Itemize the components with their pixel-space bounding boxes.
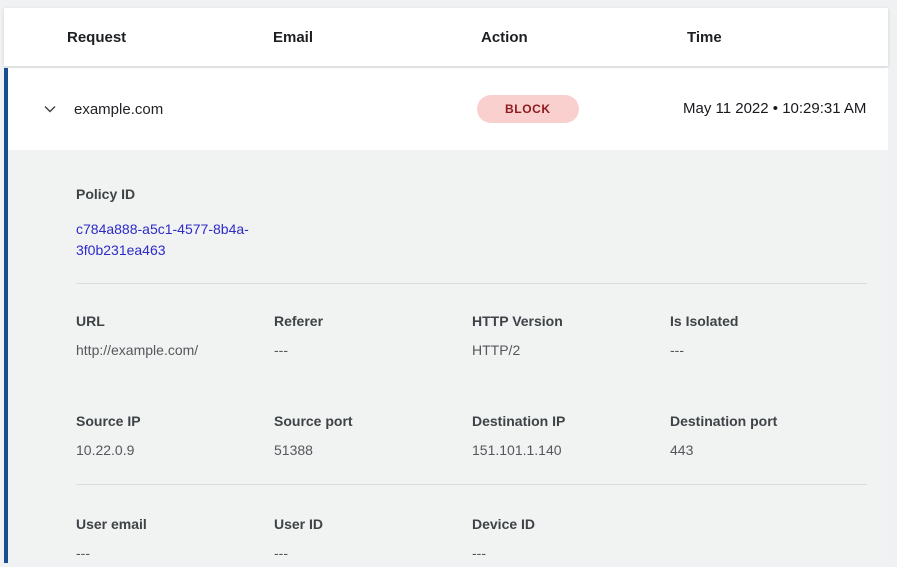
field-label: Source IP <box>76 413 274 430</box>
field-label: Destination port <box>670 413 867 430</box>
field-label: Is Isolated <box>670 313 867 330</box>
chevron-down-icon[interactable] <box>42 101 58 117</box>
field-url: URL http://example.com/ <box>76 313 274 359</box>
field-label: Referer <box>274 313 472 330</box>
field-value: 51388 <box>274 442 472 459</box>
log-detail-panel: Policy ID c784a888-a5c1-4577-8b4a-3f0b23… <box>4 150 888 563</box>
field-label: User ID <box>274 516 472 533</box>
field-device-id: Device ID --- <box>472 516 670 562</box>
field-value: --- <box>274 342 472 359</box>
field-value: HTTP/2 <box>472 342 670 359</box>
request-domain: example.com <box>74 101 163 118</box>
column-header-request: Request <box>67 29 273 46</box>
time-cell: May 11 2022 • 10:29:31 AM <box>683 97 875 121</box>
field-value: --- <box>76 545 274 562</box>
policy-id-link[interactable]: c784a888-a5c1-4577-8b4a-3f0b231ea463 <box>76 219 276 261</box>
table-header: Request Email Action Time <box>4 8 888 66</box>
field-value: 10.22.0.9 <box>76 442 274 459</box>
field-destination-port: Destination port 443 <box>670 413 867 459</box>
policy-id-label: Policy ID <box>76 186 867 203</box>
field-value: --- <box>274 545 472 562</box>
field-destination-ip: Destination IP 151.101.1.140 <box>472 413 670 459</box>
field-user-email: User email --- <box>76 516 274 562</box>
network-detail-section: Source IP 10.22.0.9 Source port 51388 De… <box>76 413 867 459</box>
field-is-isolated: Is Isolated --- <box>670 313 867 359</box>
divider <box>76 283 867 284</box>
field-label: Device ID <box>472 516 670 533</box>
field-source-port: Source port 51388 <box>274 413 472 459</box>
field-label: User email <box>76 516 274 533</box>
http-detail-section: URL http://example.com/ Referer --- HTTP… <box>76 313 867 359</box>
action-badge-block: BLOCK <box>477 95 579 123</box>
field-empty <box>670 516 867 562</box>
field-label: URL <box>76 313 274 330</box>
policy-id-section: Policy ID c784a888-a5c1-4577-8b4a-3f0b23… <box>76 186 867 261</box>
column-header-time: Time <box>687 29 888 46</box>
user-detail-section: User email --- User ID --- Device ID --- <box>76 516 867 562</box>
action-cell: BLOCK <box>477 95 683 123</box>
field-value: http://example.com/ <box>76 342 274 359</box>
divider <box>76 484 867 485</box>
column-header-action: Action <box>481 29 687 46</box>
log-table-card: Request Email Action Time example.com BL… <box>4 8 888 563</box>
field-referer: Referer --- <box>274 313 472 359</box>
field-value: --- <box>472 545 670 562</box>
request-cell: example.com <box>42 101 269 118</box>
field-source-ip: Source IP 10.22.0.9 <box>76 413 274 459</box>
log-row[interactable]: example.com BLOCK May 11 2022 • 10:29:31… <box>4 68 888 150</box>
field-value: 151.101.1.140 <box>472 442 670 459</box>
field-label: Source port <box>274 413 472 430</box>
field-user-id: User ID --- <box>274 516 472 562</box>
field-value: 443 <box>670 442 867 459</box>
field-http-version: HTTP Version HTTP/2 <box>472 313 670 359</box>
column-header-email: Email <box>273 29 481 46</box>
field-label: HTTP Version <box>472 313 670 330</box>
field-value: --- <box>670 342 867 359</box>
field-label: Destination IP <box>472 413 670 430</box>
